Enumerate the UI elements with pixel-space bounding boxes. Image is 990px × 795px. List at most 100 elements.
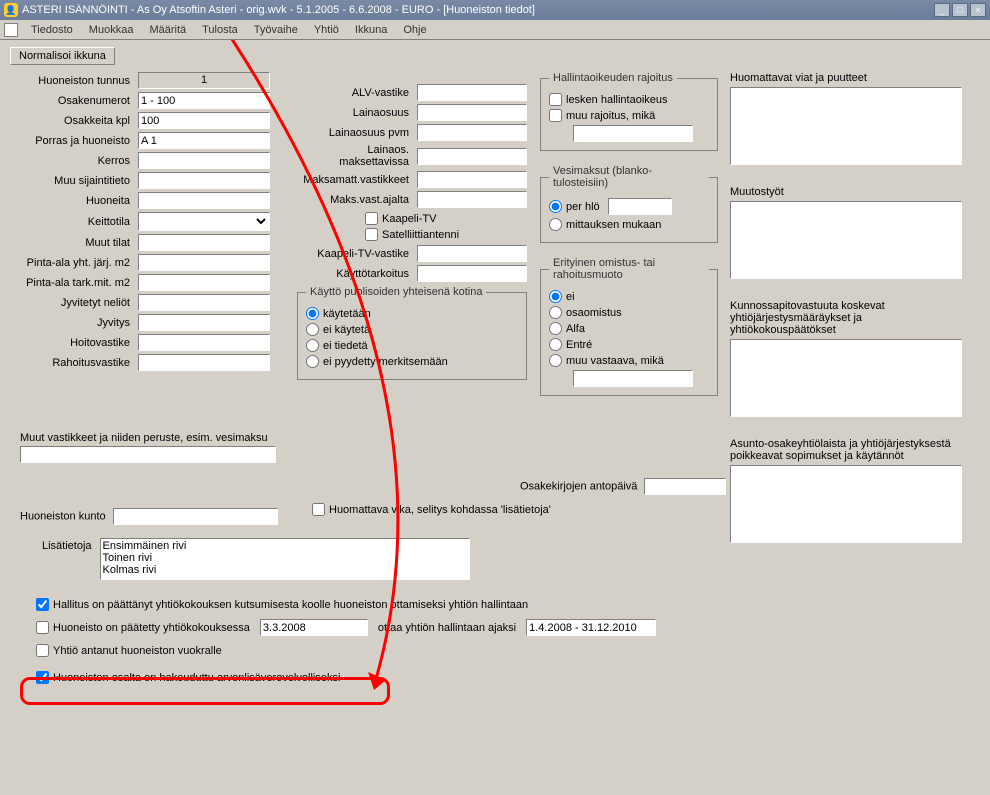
label-jyvitetyt: Jyvitetyt neliöt (8, 297, 132, 309)
menu-help[interactable]: Ohje (396, 22, 433, 38)
label-kayttotarkoitus: Käyttötarkoitus (297, 268, 411, 280)
input-alv[interactable] (417, 84, 527, 101)
input-rahoitusv[interactable] (138, 354, 270, 371)
chk-kaapelitv[interactable] (365, 212, 378, 225)
input-lainaos-maks[interactable] (417, 148, 527, 165)
chk-lesken[interactable] (549, 93, 562, 106)
menu-edit[interactable]: Muokkaa (82, 22, 141, 38)
input-kunto[interactable] (113, 508, 278, 525)
input-muut-vast[interactable] (20, 446, 276, 463)
title-bar: 👤 ASTERI ISÄNNÖINTI - As Oy Atsoftin Ast… (0, 0, 990, 20)
input-perhlo[interactable] (608, 198, 672, 215)
label-osakkeita: Osakkeita kpl (8, 115, 132, 127)
chk-hallitus[interactable] (36, 598, 49, 611)
input-porras[interactable] (138, 132, 270, 149)
label-entre: Entré (566, 339, 592, 351)
label-lisatietoja: Lisätietoja (42, 538, 92, 580)
radio-ei[interactable] (549, 290, 562, 303)
label-maks-vast: Maks.vast.ajalta (297, 194, 411, 206)
textarea-poikkeavat[interactable] (730, 465, 962, 543)
radio-mittaus[interactable] (549, 218, 562, 231)
input-maks-vast[interactable] (417, 191, 527, 208)
radio-koti-ei-tiedeta[interactable] (306, 339, 319, 352)
input-jyvitys[interactable] (138, 314, 270, 331)
input-paatetty-aika[interactable] (526, 619, 656, 636)
close-button[interactable]: × (970, 3, 986, 17)
radio-alfa[interactable] (549, 322, 562, 335)
input-kaapelitv-vastike[interactable] (417, 245, 527, 262)
label-lainaosuus-pvm: Lainaosuus pvm (297, 127, 411, 139)
label-muut-vast: Muut vastikkeet ja niiden peruste, esim.… (20, 432, 268, 444)
textarea-viat[interactable] (730, 87, 962, 165)
input-muu-rajoitus[interactable] (573, 125, 693, 142)
label-koti-ei-pyydetty: ei pyydetty merkitsemään (323, 356, 448, 368)
input-huoneita[interactable] (138, 192, 270, 209)
label-lesken: lesken hallintaoikeus (566, 94, 668, 106)
maximize-button[interactable]: □ (952, 3, 968, 17)
input-osakkeita[interactable] (138, 112, 270, 129)
menu-window[interactable]: Ikkuna (348, 22, 394, 38)
menu-file[interactable]: Tiedosto (24, 22, 80, 38)
label-hoitov: Hoitovastike (8, 337, 132, 349)
radio-osaomistus[interactable] (549, 306, 562, 319)
normalize-window-button[interactable]: Normalisoi ikkuna (10, 47, 115, 65)
input-kayttotarkoitus[interactable] (417, 265, 527, 282)
label-muusij: Muu sijaintitieto (8, 175, 132, 187)
input-lainaosuus[interactable] (417, 104, 527, 121)
chk-huomattava-vika[interactable] (312, 503, 325, 516)
label-osakekirjat: Osakekirjojen antopäivä (520, 481, 637, 493)
label-alfa: Alfa (566, 323, 585, 335)
input-kerros[interactable] (138, 152, 270, 169)
chk-alv-velv[interactable] (36, 671, 49, 684)
menu-print[interactable]: Tulosta (195, 22, 245, 38)
textarea-kunnossapito[interactable] (730, 339, 962, 417)
input-muusij[interactable] (138, 172, 270, 189)
label-jyvitys: Jyvitys (8, 317, 132, 329)
input-paatetty-pvm[interactable] (260, 619, 368, 636)
radio-perhlo[interactable] (549, 200, 562, 213)
minimize-button[interactable]: _ (934, 3, 950, 17)
radio-koti-ei-kayteta[interactable] (306, 323, 319, 336)
label-lainaos-maks: Lainaos. maksettavissa (297, 144, 411, 168)
input-maksamatt[interactable] (417, 171, 527, 188)
label-tunnus: Huoneiston tunnus (8, 75, 132, 87)
chk-muu-rajoitus[interactable] (549, 109, 562, 122)
input-muuttilat[interactable] (138, 234, 270, 251)
radio-koti-ei-pyydetty[interactable] (306, 355, 319, 368)
label-vuokralle: Yhtiö antanut huoneiston vuokralle (53, 645, 222, 657)
mdi-icon[interactable] (4, 23, 18, 37)
label-muu-vastaava: muu vastaava, mikä (566, 355, 664, 367)
input-hoitov[interactable] (138, 334, 270, 351)
input-osakekirjat[interactable] (644, 478, 726, 495)
select-keittotila[interactable] (138, 212, 270, 231)
textarea-lisatietoja[interactable] (100, 538, 470, 580)
textarea-muutostyot[interactable] (730, 201, 962, 279)
input-lainaosuus-pvm[interactable] (417, 124, 527, 141)
label-pinta-ala-tark: Pinta-ala tark.mit. m2 (8, 277, 132, 289)
input-jyvitetyt[interactable] (138, 294, 270, 311)
label-muuttilat: Muut tilat (8, 237, 132, 249)
chk-satelliitti[interactable] (365, 228, 378, 241)
app-icon: 👤 (4, 3, 18, 17)
chk-paatetty[interactable] (36, 621, 49, 634)
input-pinta-ala-yht[interactable] (138, 254, 270, 271)
fieldset-koti: Käyttö puolisoiden yhteisenä kotina käyt… (297, 286, 527, 380)
radio-koti-kaytetaan[interactable] (306, 307, 319, 320)
menu-define[interactable]: Määritä (142, 22, 193, 38)
menu-company[interactable]: Yhtiö (307, 22, 346, 38)
label-kaapelitv-vastike: Kaapeli-TV-vastike (297, 248, 411, 260)
label-osakenumerot: Osakenumerot (8, 95, 132, 107)
input-muu-vastaava[interactable] (573, 370, 693, 387)
radio-entre[interactable] (549, 338, 562, 351)
input-osakenumerot[interactable] (138, 92, 270, 109)
chk-vuokralle[interactable] (36, 644, 49, 657)
legend-omistus: Erityinen omistus- tai rahoitusmuoto (549, 257, 709, 281)
radio-muu-vastaava[interactable] (549, 354, 562, 367)
menu-phase[interactable]: Työvaihe (247, 22, 305, 38)
input-pinta-ala-tark[interactable] (138, 274, 270, 291)
label-chk-kaapelitv: Kaapeli-TV (382, 213, 436, 225)
label-porras: Porras ja huoneisto (8, 135, 132, 147)
label-poikkeavat: Asunto-osakeyhtiölaista ja yhtiöjärjesty… (730, 438, 970, 462)
legend-koti: Käyttö puolisoiden yhteisenä kotina (306, 286, 486, 298)
label-muutostyot: Muutostyöt (730, 186, 970, 198)
